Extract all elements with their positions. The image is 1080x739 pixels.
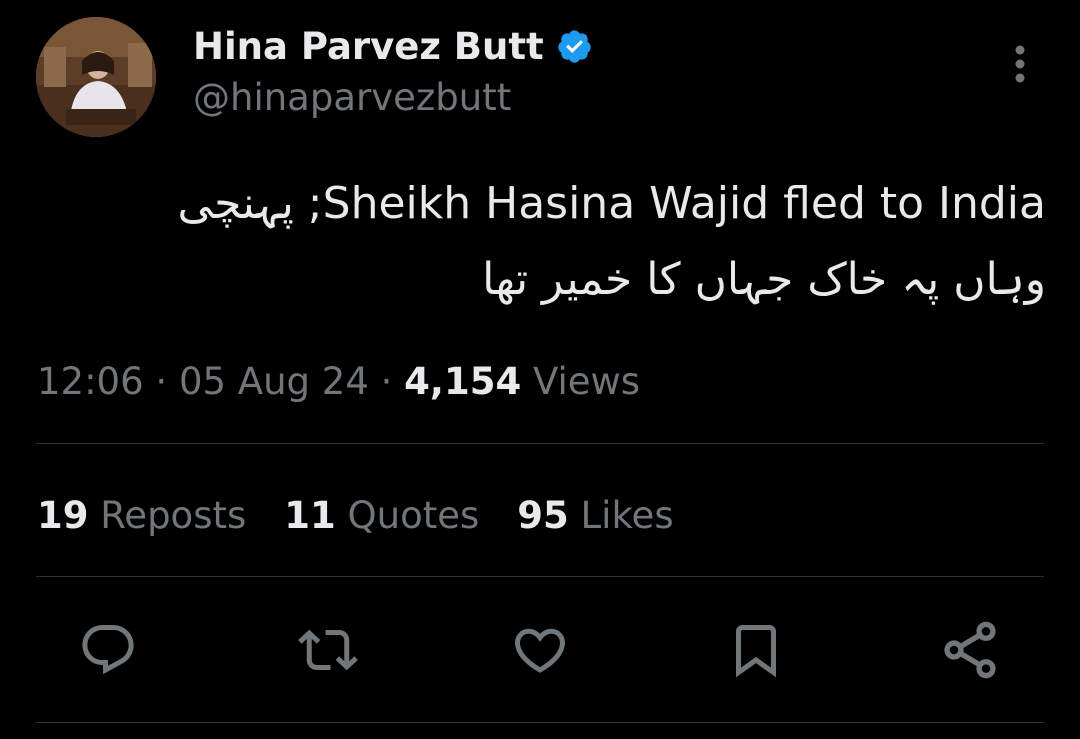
meta-separator: ·	[143, 360, 179, 403]
views-label: Views	[521, 360, 641, 403]
tweet-date[interactable]: 05 Aug 24	[179, 360, 369, 403]
reply-button[interactable]	[76, 618, 140, 682]
bookmark-button[interactable]	[724, 618, 788, 682]
quotes-stat[interactable]: 11 Quotes	[284, 490, 479, 542]
reply-icon	[82, 625, 134, 675]
quotes-label: Quotes	[335, 494, 480, 537]
tweet-text: Sheikh Hasina Wajid fled to India; پہنچی…	[177, 178, 1046, 305]
like-icon	[514, 628, 566, 673]
avatar[interactable]	[36, 17, 156, 137]
meta-separator: ·	[368, 360, 405, 403]
likes-stat[interactable]: 95 Likes	[517, 490, 673, 542]
share-icon	[944, 621, 996, 679]
reposts-stat[interactable]: 19 Reposts	[37, 490, 246, 542]
repost-button[interactable]	[296, 618, 360, 682]
views-count: 4,154	[404, 360, 522, 403]
reposts-label: Reposts	[88, 494, 247, 537]
author-handle[interactable]: @hinaparvezbutt	[193, 76, 511, 119]
divider	[36, 576, 1044, 577]
tweet-meta: 12:06 · 05 Aug 24 · 4,154 Views	[37, 356, 640, 408]
divider	[36, 722, 1044, 723]
verified-badge-icon	[558, 29, 591, 63]
tweet-time[interactable]: 12:06	[37, 360, 144, 403]
author-display-name[interactable]: Hina Parvez Butt	[193, 25, 544, 68]
author-name-row[interactable]: Hina Parvez Butt	[193, 20, 593, 72]
divider	[36, 443, 1044, 444]
likes-label: Likes	[568, 494, 674, 537]
likes-count: 95	[517, 494, 569, 537]
reposts-count: 19	[37, 494, 89, 537]
more-options-icon[interactable]	[1004, 42, 1036, 86]
profile-photo	[36, 17, 156, 137]
engagement-stats: 19 Reposts 11 Quotes 95 Likes	[37, 490, 674, 542]
share-button[interactable]	[938, 618, 1002, 682]
like-button[interactable]	[508, 618, 572, 682]
quotes-count: 11	[284, 494, 336, 537]
bookmark-icon	[736, 625, 776, 678]
repost-icon	[298, 629, 358, 671]
